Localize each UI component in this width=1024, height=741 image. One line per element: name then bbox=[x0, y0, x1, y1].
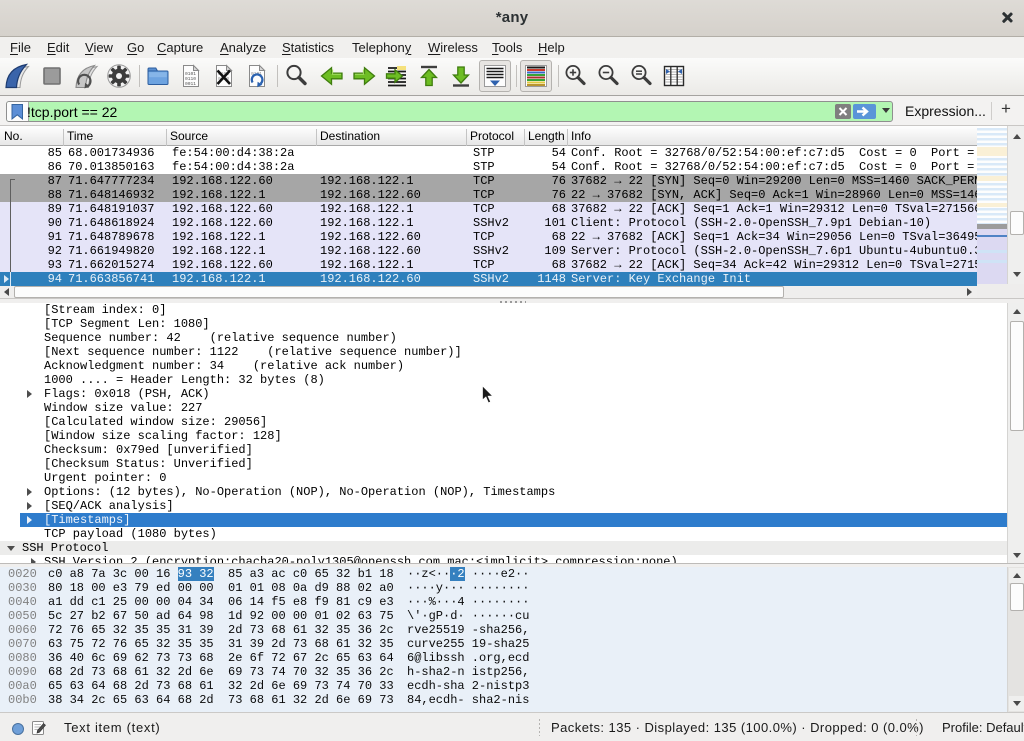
svg-text:0011: 0011 bbox=[185, 81, 196, 87]
